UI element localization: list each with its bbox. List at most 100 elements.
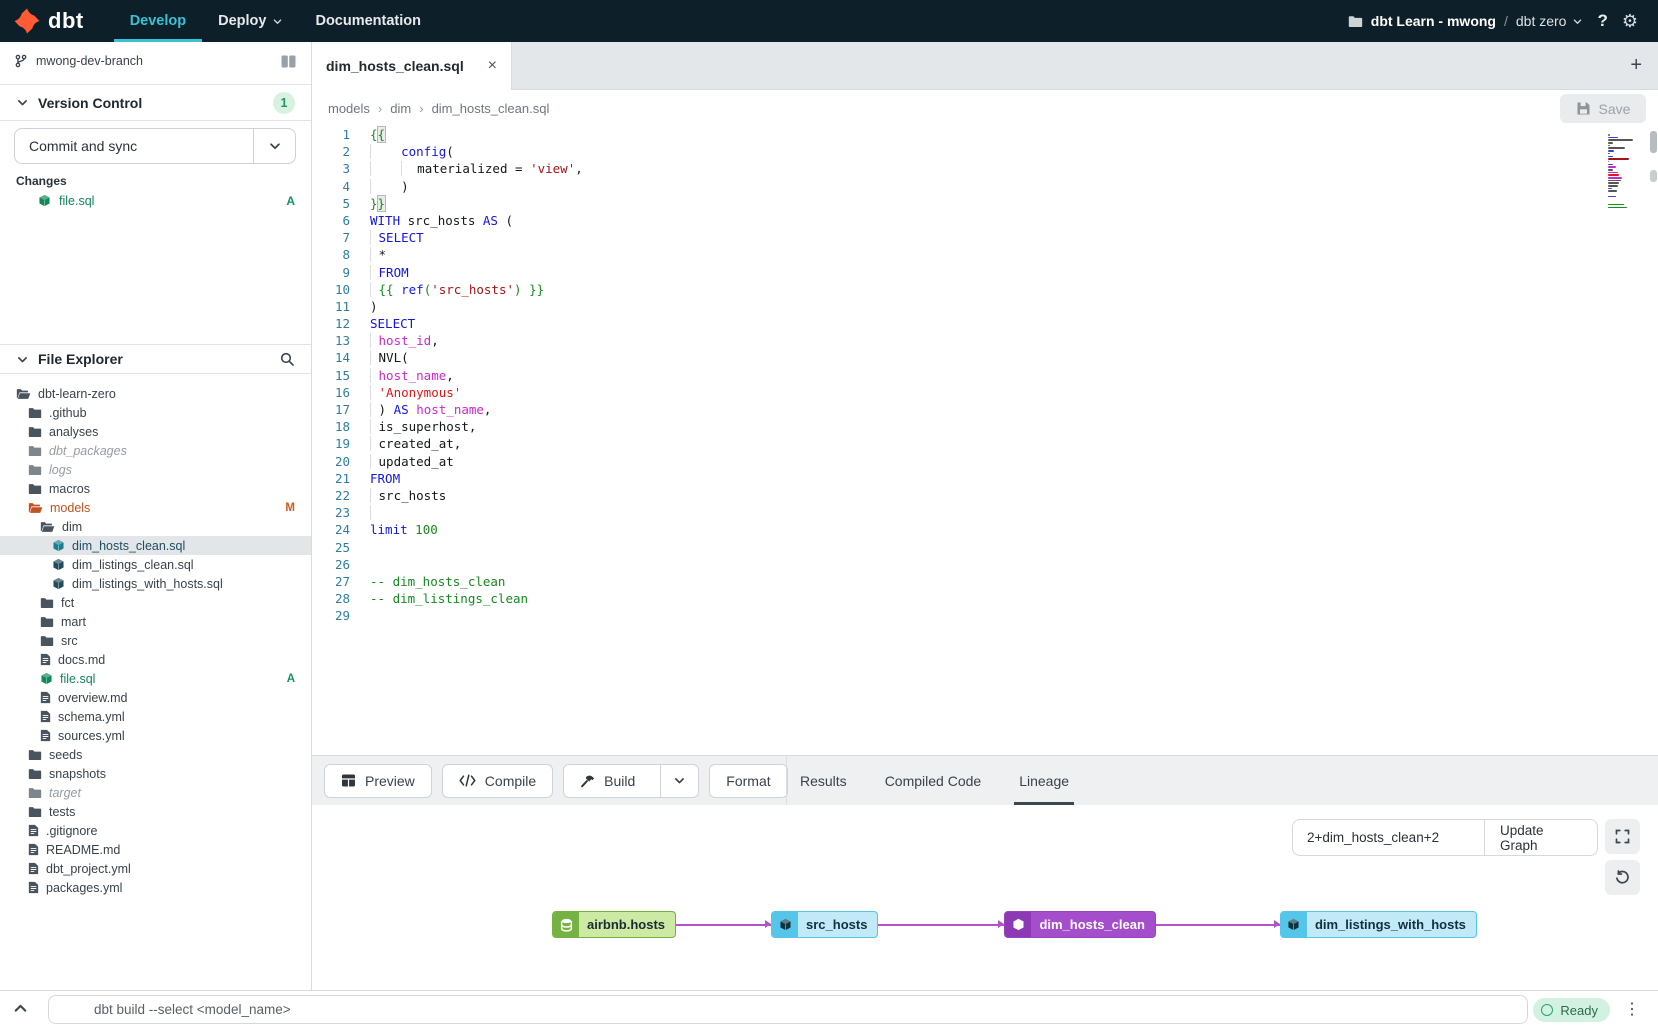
tree-item-docs.md[interactable]: docs.md bbox=[0, 650, 311, 669]
format-button[interactable]: Format bbox=[709, 764, 787, 798]
code-line-3[interactable]: 3 materialized = 'view', bbox=[312, 160, 1658, 177]
tree-item-packages.yml[interactable]: packages.yml bbox=[0, 878, 311, 897]
code-line-18[interactable]: 18 is_superhost, bbox=[312, 418, 1658, 435]
tree-item-src[interactable]: src bbox=[0, 631, 311, 650]
tree-item-README.md[interactable]: README.md bbox=[0, 840, 311, 859]
code-line-1[interactable]: 1{{ bbox=[312, 126, 1658, 143]
code-line-11[interactable]: 11) bbox=[312, 298, 1658, 315]
code-line-27[interactable]: 27-- dim_hosts_clean bbox=[312, 573, 1658, 590]
tree-item-dbt_project.yml[interactable]: dbt_project.yml bbox=[0, 859, 311, 878]
code-line-22[interactable]: 22 src_hosts bbox=[312, 487, 1658, 504]
tree-item-dbt-learn-zero[interactable]: dbt-learn-zero bbox=[0, 384, 311, 403]
update-graph-button[interactable]: Update Graph bbox=[1484, 820, 1597, 855]
code-line-15[interactable]: 15 host_name, bbox=[312, 367, 1658, 384]
tab-compiled-code[interactable]: Compiled Code bbox=[885, 756, 982, 805]
code-line-6[interactable]: 6WITH src_hosts AS ( bbox=[312, 212, 1658, 229]
code-line-16[interactable]: 16 'Anonymous' bbox=[312, 384, 1658, 401]
tree-item-file.sql[interactable]: file.sqlA bbox=[0, 669, 311, 688]
code-editor[interactable]: 1{{2 config(3 materialized = 'view',4 )5… bbox=[312, 126, 1658, 755]
tree-item-.gitignore[interactable]: .gitignore bbox=[0, 821, 311, 840]
lineage-node-dim_hosts_clean[interactable]: dim_hosts_clean bbox=[1004, 911, 1156, 938]
commit-options-chevron[interactable] bbox=[253, 129, 295, 163]
tree-item-schema.yml[interactable]: schema.yml bbox=[0, 707, 311, 726]
nav-deploy[interactable]: Deploy bbox=[202, 0, 299, 42]
code-line-2[interactable]: 2 config( bbox=[312, 143, 1658, 160]
nav-develop[interactable]: Develop bbox=[114, 0, 202, 42]
code-line-4[interactable]: 4 ) bbox=[312, 178, 1658, 195]
tree-item-analyses[interactable]: analyses bbox=[0, 422, 311, 441]
dbt-logo[interactable]: dbt bbox=[0, 0, 114, 42]
preview-button[interactable]: Preview bbox=[324, 764, 432, 798]
tree-item-models[interactable]: modelsM bbox=[0, 498, 311, 517]
close-tab-icon[interactable]: × bbox=[488, 58, 497, 74]
code-line-14[interactable]: 14 NVL( bbox=[312, 349, 1658, 366]
fullscreen-icon[interactable] bbox=[1605, 819, 1640, 854]
tree-item-macros[interactable]: macros bbox=[0, 479, 311, 498]
code-line-10[interactable]: 10 {{ ref('src_hosts') }} bbox=[312, 281, 1658, 298]
lineage-node-airbnb.hosts[interactable]: airbnb.hosts bbox=[552, 911, 676, 938]
code-line-19[interactable]: 19 created_at, bbox=[312, 435, 1658, 452]
kebab-menu-icon[interactable]: ⋮ bbox=[1624, 999, 1640, 1019]
tree-item-dim_hosts_clean.sql[interactable]: dim_hosts_clean.sql bbox=[0, 536, 311, 555]
tree-item-fct[interactable]: fct bbox=[0, 593, 311, 612]
tree-item-dim_listings_with_hosts.sql[interactable]: dim_listings_with_hosts.sql bbox=[0, 574, 311, 593]
file-explorer-header[interactable]: File Explorer bbox=[0, 344, 311, 374]
code-line-8[interactable]: 8 * bbox=[312, 246, 1658, 263]
lineage-node-dim_listings_with_hosts[interactable]: dim_listings_with_hosts bbox=[1280, 911, 1477, 938]
reset-view-icon[interactable] bbox=[1605, 860, 1640, 895]
project-switcher[interactable]: dbt Learn - mwong / dbt zero bbox=[1348, 13, 1584, 29]
commit-and-sync-button[interactable]: Commit and sync bbox=[14, 128, 296, 164]
breadcrumb-file[interactable]: dim_hosts_clean.sql bbox=[432, 101, 550, 116]
tab-results[interactable]: Results bbox=[800, 756, 847, 805]
code-line-24[interactable]: 24limit 100 bbox=[312, 521, 1658, 538]
tree-item-overview.md[interactable]: overview.md bbox=[0, 688, 311, 707]
save-button[interactable]: Save bbox=[1560, 94, 1646, 123]
tree-item-snapshots[interactable]: snapshots bbox=[0, 764, 311, 783]
add-tab-icon[interactable]: + bbox=[1630, 54, 1658, 77]
code-line-5[interactable]: 5}} bbox=[312, 195, 1658, 212]
split-panes-icon[interactable] bbox=[280, 55, 297, 68]
build-options-chevron[interactable] bbox=[660, 765, 698, 797]
code-line-17[interactable]: 17 ) AS host_name, bbox=[312, 401, 1658, 418]
tree-item-target[interactable]: target bbox=[0, 783, 311, 802]
breadcrumb-models[interactable]: models bbox=[328, 101, 370, 116]
code-line-20[interactable]: 20 updated_at bbox=[312, 453, 1658, 470]
code-line-7[interactable]: 7 SELECT bbox=[312, 229, 1658, 246]
tree-item-tests[interactable]: tests bbox=[0, 802, 311, 821]
scrollbar-thumb[interactable] bbox=[1650, 131, 1657, 153]
build-button[interactable]: Build bbox=[563, 764, 699, 798]
gear-icon[interactable]: ⚙ bbox=[1622, 11, 1638, 32]
code-line-28[interactable]: 28-- dim_listings_clean bbox=[312, 590, 1658, 607]
compile-button[interactable]: Compile bbox=[442, 764, 553, 798]
tree-item-.github[interactable]: .github bbox=[0, 403, 311, 422]
command-input[interactable] bbox=[48, 995, 1528, 1024]
tab-lineage[interactable]: Lineage bbox=[1019, 756, 1069, 805]
change-item-file.sql[interactable]: file.sqlA bbox=[0, 190, 311, 211]
breadcrumb-dim[interactable]: dim bbox=[390, 101, 411, 116]
tree-item-logs[interactable]: logs bbox=[0, 460, 311, 479]
tree-item-dbt_packages[interactable]: dbt_packages bbox=[0, 441, 311, 460]
tree-item-dim[interactable]: dim bbox=[0, 517, 311, 536]
nav-documentation[interactable]: Documentation bbox=[299, 0, 437, 42]
tree-item-mart[interactable]: mart bbox=[0, 612, 311, 631]
code-line-9[interactable]: 9 FROM bbox=[312, 264, 1658, 281]
tree-item-dim_listings_clean.sql[interactable]: dim_listings_clean.sql bbox=[0, 555, 311, 574]
editor-scrollbar[interactable] bbox=[1649, 126, 1658, 755]
tree-item-seeds[interactable]: seeds bbox=[0, 745, 311, 764]
code-line-23[interactable]: 23 bbox=[312, 504, 1658, 521]
environment-name[interactable]: dbt zero bbox=[1516, 13, 1584, 29]
code-line-21[interactable]: 21FROM bbox=[312, 470, 1658, 487]
lineage-filter-input[interactable] bbox=[1293, 820, 1484, 855]
lineage-node-src_hosts[interactable]: src_hosts bbox=[771, 911, 878, 938]
code-line-13[interactable]: 13 host_id, bbox=[312, 332, 1658, 349]
code-line-26[interactable]: 26 bbox=[312, 556, 1658, 573]
tree-item-sources.yml[interactable]: sources.yml bbox=[0, 726, 311, 745]
code-line-29[interactable]: 29 bbox=[312, 607, 1658, 624]
code-line-25[interactable]: 25 bbox=[312, 539, 1658, 556]
chevron-up-icon[interactable] bbox=[12, 1000, 29, 1017]
code-line-12[interactable]: 12SELECT bbox=[312, 315, 1658, 332]
minimap[interactable] bbox=[1608, 134, 1642, 212]
version-control-header[interactable]: Version Control 1 bbox=[0, 84, 311, 121]
tab-dim-hosts-clean[interactable]: dim_hosts_clean.sql × bbox=[312, 42, 512, 90]
help-icon[interactable]: ? bbox=[1597, 11, 1607, 31]
